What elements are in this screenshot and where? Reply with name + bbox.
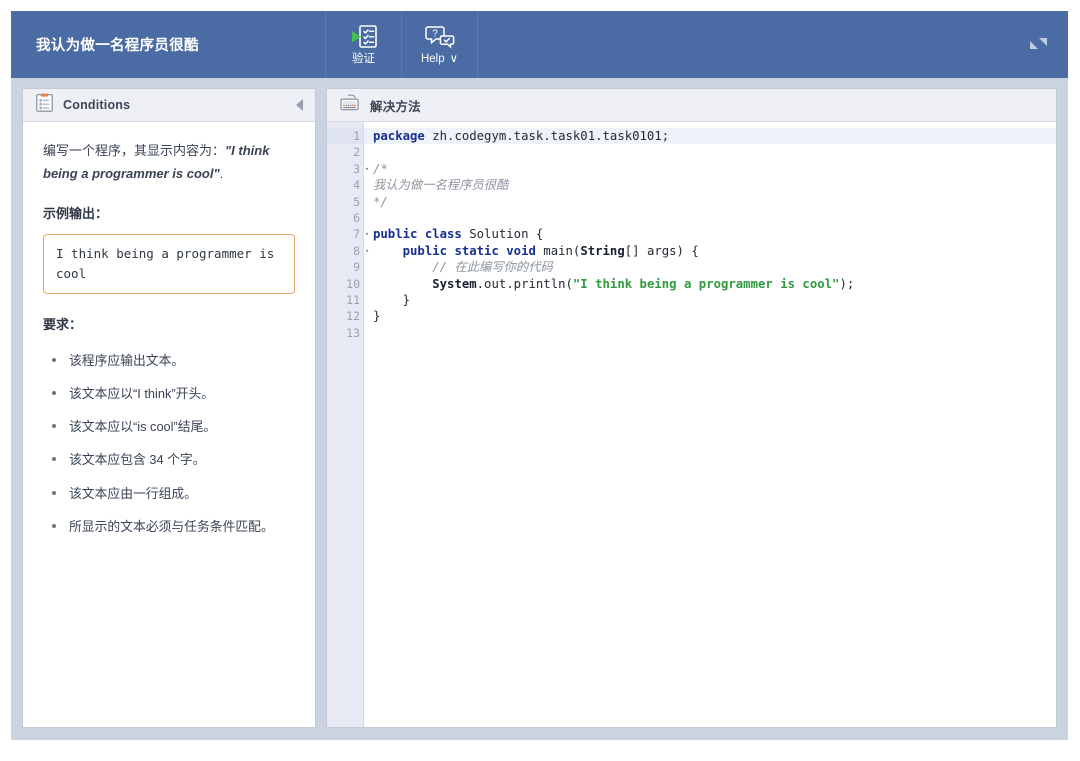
sample-output-text: I think being a programmer is cool [56, 246, 275, 281]
help-label-text: Help [420, 53, 445, 65]
code-token-pln: ); [839, 276, 855, 291]
line-number: 7 ▾ [353, 227, 370, 242]
code-line: */ [364, 194, 1056, 210]
fold-toggle-icon[interactable]: ▾ [363, 161, 371, 177]
requirements-list: 该程序应输出文本。 该文本应以“I think”开头。 该文本应以“is coo… [43, 351, 295, 536]
code-token-typ: String [580, 243, 625, 258]
verify-button[interactable]: 验证 [326, 11, 402, 78]
list-item: 该文本应包含 34 个字。 [47, 450, 295, 469]
help-bubble-icon: ? [424, 23, 456, 51]
conditions-intro-prefix: 编写一个程序，其显示内容为： [43, 143, 226, 158]
code-token-kw: public static void [402, 243, 536, 258]
line-number: 1 [327, 128, 363, 145]
code-token-pln [373, 260, 432, 274]
conditions-content: 编写一个程序，其显示内容为："I think being a programme… [23, 122, 315, 727]
conditions-intro-suffix: . [219, 165, 224, 181]
solution-panel: 解决方法 1 2 3 ▾ 4 5 6 7 ▾ 8 ▾ 9 10 11 12 13 package zh.cod… [326, 88, 1057, 728]
requirements-title: 要求： [43, 317, 83, 332]
code-line: System.out.println("I think being a prog… [364, 276, 1056, 292]
conditions-title: Conditions [63, 98, 131, 112]
line-number: 2 [353, 145, 360, 160]
code-token-pln: Solution { [461, 227, 544, 242]
solution-panel-header: 解决方法 [327, 89, 1056, 122]
code-editor[interactable]: 1 2 3 ▾ 4 5 6 7 ▾ 8 ▾ 9 10 11 12 13 package zh.codegym.… [327, 122, 1056, 727]
line-number-gutter: 1 2 3 ▾ 4 5 6 7 ▾ 8 ▾ 9 10 11 12 13 [327, 122, 370, 727]
line-number: 5 [353, 194, 360, 209]
code-token-pln: main( [535, 243, 581, 258]
task-title-text: 我认为做一名程序员很酷 [36, 38, 199, 54]
line-number: 11 [346, 292, 360, 307]
code-line: public class Solution { [364, 226, 1056, 242]
list-item: 该文本应以“is cool”结尾。 [47, 417, 295, 436]
code-token-pln: } [373, 292, 411, 307]
solution-title: 解决方法 [370, 99, 421, 114]
keyboard-icon [340, 93, 360, 117]
code-line: 我认为做一名程序员很酷 [364, 177, 1056, 193]
fold-toggle-icon[interactable]: ▾ [363, 226, 371, 242]
code-token-cmt: 我认为做一名程序员很酷 [373, 178, 509, 193]
code-line: // 在此编写你的代码 [364, 259, 1056, 275]
code-token-pln: [] args) { [624, 243, 699, 258]
code-token-pln: } [373, 309, 381, 324]
code-line: public static void main(String[] args) { [364, 243, 1056, 259]
collapse-diagonal-icon[interactable] [1008, 11, 1068, 78]
sample-output-box: I think being a programmer is cool [43, 234, 295, 294]
help-menu-label: Help ∨ [421, 52, 458, 66]
list-item: 所显示的文本必须与任务条件匹配。 [47, 517, 295, 536]
task-title: 我认为做一名程序员很酷 [11, 11, 326, 78]
code-line: /* [364, 161, 1056, 177]
line-number: 9 [353, 260, 360, 275]
checklist-play-icon [349, 23, 379, 51]
conditions-intro: 编写一个程序，其显示内容为："I think being a programme… [43, 140, 295, 186]
code-line: package zh.codegym.task.task01.task0101; [364, 128, 1056, 145]
list-item: 该程序应输出文本。 [47, 351, 295, 370]
fold-toggle-icon[interactable]: ▾ [363, 243, 371, 259]
code-line: } [364, 308, 1056, 324]
line-number: 13 [346, 325, 360, 340]
code-token-kw: public class [373, 227, 462, 242]
list-item: 该文本应以“I think”开头。 [47, 384, 295, 403]
code-token-cmt: */ [373, 194, 388, 209]
code-text-area[interactable]: package zh.codegym.task.task01.task0101;… [364, 122, 1056, 727]
conditions-panel: Conditions 编写一个程序，其显示内容为："I think being … [22, 88, 316, 728]
code-token-cmt: // 在此编写你的代码 [432, 260, 553, 275]
main-body: Conditions 编写一个程序，其显示内容为："I think being … [11, 78, 1068, 740]
verify-button-label: 验证 [352, 53, 375, 65]
triangle-left-icon[interactable] [296, 99, 303, 111]
line-number: 3 ▾ [353, 161, 370, 176]
svg-text:?: ? [432, 28, 438, 39]
code-token-pln: zh.codegym.task.task01.task0101; [424, 129, 670, 143]
top-toolbar: 我认为做一名程序员很酷 验证 ? Help ∨ [11, 11, 1068, 78]
code-token-pln [373, 244, 403, 258]
code-token-pln: .out.println( [476, 276, 573, 291]
line-number: 10 [346, 276, 360, 291]
code-token-str: "I think being a programmer is cool" [572, 276, 840, 291]
list-item: 该文本应由一行组成。 [47, 484, 295, 503]
code-token-typ: System [432, 276, 477, 291]
code-line: } [364, 292, 1056, 308]
codegym-task-app: 我认为做一名程序员很酷 验证 ? Help ∨ Conditions 编写一个程… [11, 11, 1068, 740]
code-token-kw: package [373, 129, 425, 143]
line-number: 6 [353, 210, 360, 225]
line-number: 4 [353, 178, 360, 193]
help-menu-button[interactable]: ? Help ∨ [402, 11, 478, 78]
conditions-panel-header: Conditions [23, 89, 315, 122]
line-number: 8 ▾ [353, 243, 370, 258]
chevron-down-icon: ∨ [449, 53, 459, 65]
clipboard-icon [36, 93, 53, 117]
line-number: 12 [346, 309, 360, 324]
code-token-pln [373, 277, 432, 291]
sample-output-label: 示例输出： [43, 205, 109, 221]
code-token-cmt: /* [373, 161, 388, 176]
